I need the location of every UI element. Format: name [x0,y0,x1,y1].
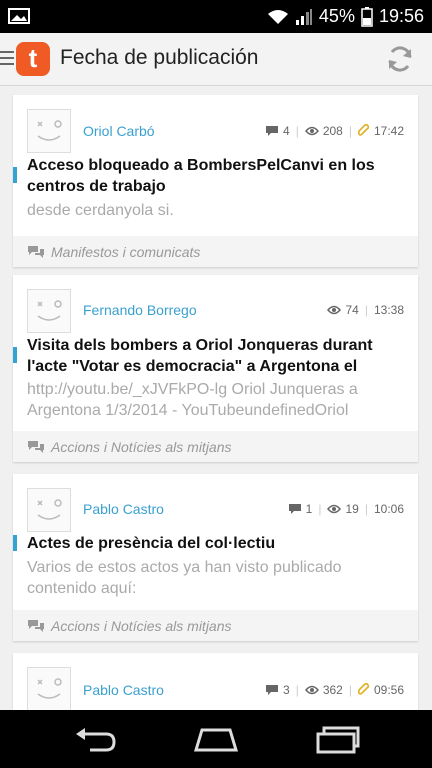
eye-icon [304,126,319,136]
refresh-icon[interactable] [384,43,416,75]
post-card[interactable]: Fernando Borrego 74 | 13:38 Visita dels … [13,275,418,462]
post-category-label: Accions i Notícies als mitjans [51,438,232,455]
post-card[interactable]: Pablo Castro 3 | 362 | 09:56 [13,653,418,710]
post-meta: 3 | 362 | 09:56 [265,683,404,697]
back-icon[interactable] [72,724,120,754]
view-count: 362 [322,683,343,697]
post-excerpt-line: desde cerdanyola si. [27,202,174,219]
recents-icon[interactable] [312,724,360,754]
post-title[interactable]: Actes de presència del col·lectiu [13,533,406,554]
accent-bar [13,535,17,551]
chat-bubbles-icon [28,619,44,632]
post-excerpt: desde cerdanyola si. [27,200,402,221]
app-bar: t Fecha de publicación [0,33,432,86]
post-author[interactable]: Fernando Borrego [83,302,197,318]
post-title-line: Acceso bloqueado a BombersPelCanvi en lo… [27,157,375,174]
eye-icon [327,305,342,315]
post-excerpt: Varios de estos actos ya han visto publi… [27,557,402,599]
app-logo[interactable]: t [16,42,50,76]
eye-icon [304,685,319,695]
comment-icon [266,685,278,695]
accent-bar [13,347,17,363]
post-title-line: Actes de presència del col·lectiu [27,535,276,552]
picture-icon [8,8,30,24]
battery-icon [361,6,373,27]
paperclip-icon [357,124,370,136]
post-excerpt: http://youtu.be/_xJVFkPO-lg Oriol Junque… [27,379,402,421]
post-excerpt-line: Argentona 1/3/2014 - YouTubeundefinedOri… [27,402,349,419]
view-count: 19 [345,502,359,516]
post-excerpt-line: contenido aquí: [27,580,137,597]
comment-count: 3 [283,683,290,697]
post-category-label: Manifestos i comunicats [51,243,201,260]
post-meta: 1 | 19 | 10:06 [288,502,404,516]
page-title: Fecha de publicación [60,46,259,69]
comment-count: 1 [305,502,313,516]
post-title[interactable]: Acceso bloqueado a BombersPelCanvi en lo… [13,155,406,197]
post-time: 17:42 [373,124,404,138]
post-excerpt-line: Varios de estos actos ya han visto publi… [27,559,342,576]
battery-percent: 45% [318,6,355,26]
paperclip-icon [357,683,370,695]
post-title-line: centros de trabajo [27,178,166,195]
post-card[interactable]: Pablo Castro 1 | 19 | 10:06 Actes de pre… [13,474,418,641]
post-meta: 4 | 208 | 17:42 [265,124,404,138]
post-meta: 74 | 13:38 [327,303,404,317]
home-icon[interactable] [192,724,240,754]
post-author[interactable]: Pablo Castro [83,501,164,517]
status-bar: 45% 19:56 [0,0,432,33]
avatar [27,488,71,532]
post-author[interactable]: Oriol Carbó [83,123,155,139]
view-count: 74 [345,303,359,317]
comment-icon [288,504,301,514]
post-excerpt-line: http://youtu.be/_xJVFkPO-lg Oriol Junque… [27,381,358,398]
avatar [27,109,71,153]
post-category[interactable]: Accions i Notícies als mitjans [13,610,418,641]
post-title-line: l'acte "Votar es democracia" a Argentona… [27,358,358,375]
comment-icon [266,126,278,136]
post-title[interactable]: Visita dels bombers a Oriol Jonqueras du… [13,335,406,377]
avatar [27,667,71,710]
avatar [27,289,71,333]
post-time: 10:06 [373,502,404,516]
comment-count: 4 [283,124,290,138]
post-title-line: Visita dels bombers a Oriol Jonqueras du… [27,337,373,354]
system-nav-bar [0,710,432,768]
chat-bubbles-icon [28,245,44,258]
post-feed[interactable]: Oriol Carbó 4 | 208 | 17:42 Acceso bloqu… [0,86,432,710]
post-category-label: Accions i Notícies als mitjans [51,617,232,634]
accent-bar [13,167,17,183]
wifi-icon [267,9,288,24]
eye-icon [327,504,342,514]
chat-bubbles-icon [28,440,44,453]
post-author[interactable]: Pablo Castro [83,682,164,698]
view-count: 208 [322,124,343,138]
post-time: 09:56 [373,683,404,697]
signal-icon [295,8,312,25]
clock: 19:56 [378,6,424,26]
post-category[interactable]: Accions i Notícies als mitjans [13,431,418,462]
post-time: 13:38 [373,303,404,317]
post-category[interactable]: Manifestos i comunicats [13,236,418,267]
post-card[interactable]: Oriol Carbó 4 | 208 | 17:42 Acceso bloqu… [13,95,418,267]
menu-icon[interactable] [0,51,14,67]
